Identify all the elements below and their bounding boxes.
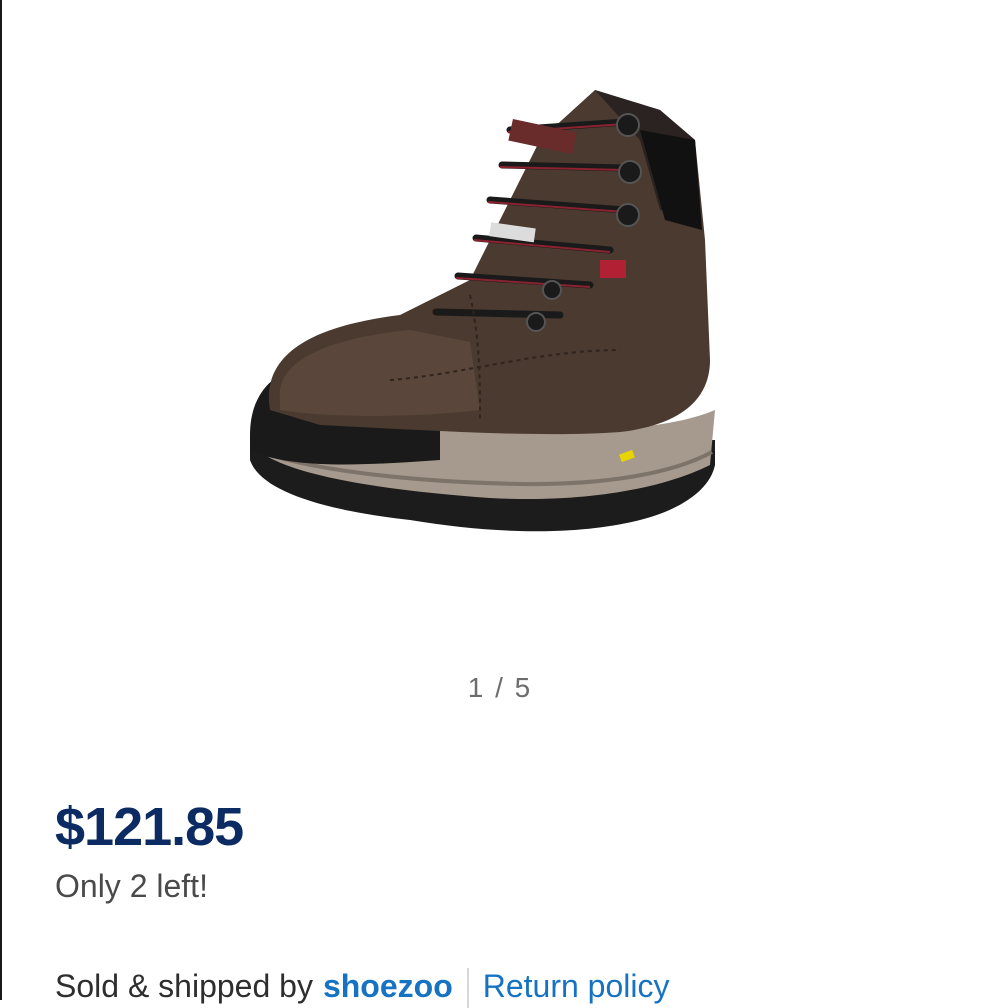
seller-divider <box>466 968 469 1008</box>
return-policy-link[interactable]: Return policy <box>483 968 670 1005</box>
stock-availability-note: Only 2 left! <box>55 868 208 904</box>
product-price: $121.85 <box>55 797 244 857</box>
seller-name-link[interactable]: shoezoo <box>323 968 453 1005</box>
product-image-boot[interactable] <box>240 80 730 560</box>
seller-info: Sold & shipped by shoezoo Return policy <box>55 968 669 1008</box>
image-page-indicator: 1 / 5 <box>467 672 533 703</box>
product-image-carousel[interactable]: 1 / 5 <box>0 0 1000 740</box>
seller-prefix-text: Sold & shipped by <box>55 968 313 1004</box>
